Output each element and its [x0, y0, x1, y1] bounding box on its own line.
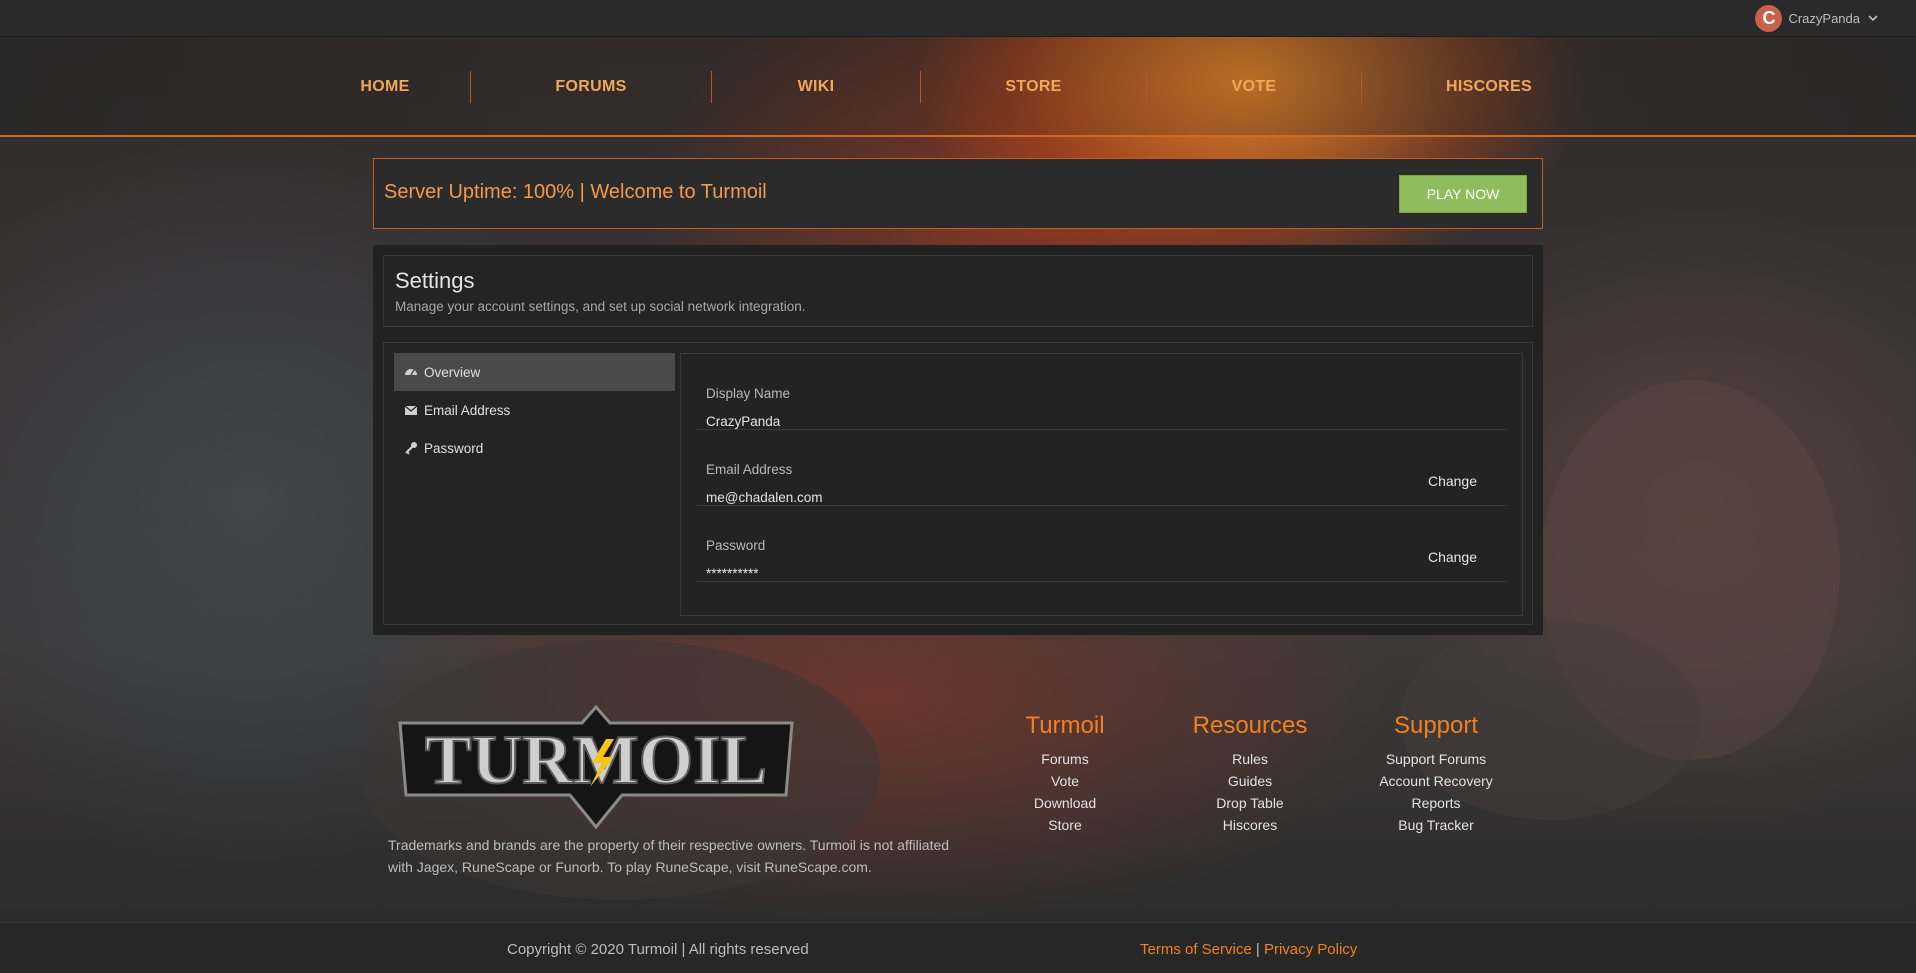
envelope-icon	[404, 405, 418, 415]
nav-vote[interactable]: VOTE	[1147, 78, 1361, 96]
footer-column-support: Support Support Forums Account Recovery …	[1365, 712, 1507, 836]
change-password-button[interactable]: Change	[1428, 549, 1477, 565]
password-row: Password ********** Change	[697, 506, 1507, 582]
legal-links: Terms of Service | Privacy Policy	[1140, 941, 1357, 958]
top-bar: C CrazyPanda	[0, 0, 1916, 37]
change-email-button[interactable]: Change	[1428, 473, 1477, 489]
footer-column-resources: Resources Rules Guides Drop Table Hiscor…	[1190, 712, 1310, 836]
dashboard-icon	[405, 369, 417, 376]
footer-link-reports[interactable]: Reports	[1365, 792, 1507, 814]
nav-home[interactable]: HOME	[300, 78, 470, 96]
email-row: Email Address me@chadalen.com Change	[697, 430, 1507, 506]
nav-forums[interactable]: FORUMS	[471, 78, 711, 96]
bottom-bar: Copyright © 2020 Turmoil | All rights re…	[0, 922, 1916, 973]
footer-link-bug-tracker[interactable]: Bug Tracker	[1365, 814, 1507, 836]
user-menu[interactable]: C CrazyPanda	[1755, 4, 1878, 32]
password-label: Password	[706, 538, 766, 553]
footer-column-title: Support	[1393, 712, 1479, 739]
footer-link-support-forums[interactable]: Support Forums	[1365, 748, 1507, 770]
email-label: Email Address	[706, 462, 793, 477]
email-value: me@chadalen.com	[706, 490, 823, 505]
sidebar-item-overview[interactable]: Overview	[394, 353, 675, 391]
page-subtitle: Manage your account settings, and set up…	[395, 299, 806, 314]
avatar[interactable]: C	[1755, 4, 1783, 32]
password-value: **********	[706, 566, 759, 581]
page-root: C CrazyPanda HOME FORUMS WIKI STORE VOTE…	[0, 0, 1916, 973]
sidebar-item-label: Overview	[424, 364, 481, 380]
server-banner: Server Uptime: 100% | Welcome to Turmoil…	[373, 158, 1543, 229]
footer-column-turmoil: Turmoil Forums Vote Download Store	[1020, 712, 1110, 836]
play-now-button[interactable]: PLAY NOW	[1399, 175, 1527, 213]
footer-link-rules[interactable]: Rules	[1190, 748, 1310, 770]
user-name[interactable]: CrazyPanda	[1788, 11, 1860, 26]
footer-link-drop-table[interactable]: Drop Table	[1190, 792, 1310, 814]
footer-link-vote[interactable]: Vote	[1020, 770, 1110, 792]
copyright-text: Copyright © 2020 Turmoil | All rights re…	[507, 941, 809, 958]
footer-link-download[interactable]: Download	[1020, 792, 1110, 814]
display-name-label: Display Name	[706, 386, 791, 401]
legal-separator: |	[1255, 941, 1260, 958]
sidebar-item-label: Password	[424, 440, 484, 456]
key-icon	[405, 442, 417, 455]
footer-column-title: Turmoil	[1025, 712, 1105, 739]
footer-column-title: Resources	[1192, 712, 1308, 739]
sidebar-item-email[interactable]: Email Address	[394, 391, 675, 429]
nav-store[interactable]: STORE	[921, 78, 1146, 96]
settings-sidebar: Overview Email Address Password	[394, 353, 675, 467]
footer-link-hiscores[interactable]: Hiscores	[1190, 814, 1310, 836]
nav-hiscores[interactable]: HISCORES	[1362, 78, 1616, 96]
main-nav: HOME FORUMS WIKI STORE VOTE HISCORES	[0, 37, 1916, 137]
sidebar-item-label: Email Address	[424, 402, 511, 418]
turmoil-logo[interactable]: TURMOIL	[392, 705, 800, 830]
footer-link-guides[interactable]: Guides	[1190, 770, 1310, 792]
server-uptime-text: Server Uptime: 100% | Welcome to Turmoil	[384, 181, 767, 203]
chevron-down-icon[interactable]	[1868, 13, 1878, 23]
footer-disclaimer: Trademarks and brands are the property o…	[388, 837, 950, 875]
footer-link-forums[interactable]: Forums	[1020, 748, 1110, 770]
display-name-value: CrazyPanda	[706, 414, 781, 429]
nav-list: HOME FORUMS WIKI STORE VOTE HISCORES	[300, 37, 1620, 137]
terms-of-service-link[interactable]: Terms of Service	[1140, 941, 1252, 958]
sidebar-item-password[interactable]: Password	[394, 429, 675, 467]
display-name-row: Display Name CrazyPanda	[697, 354, 1507, 430]
privacy-policy-link[interactable]: Privacy Policy	[1264, 941, 1357, 958]
settings-content: Display Name CrazyPanda Email Address me…	[680, 353, 1523, 616]
footer-link-account-recovery[interactable]: Account Recovery	[1365, 770, 1507, 792]
settings-body: Overview Email Address Password Display …	[383, 342, 1533, 625]
settings-header: Settings Manage your account settings, a…	[383, 255, 1533, 327]
settings-panel: Settings Manage your account settings, a…	[373, 245, 1543, 635]
nav-wiki[interactable]: WIKI	[712, 78, 920, 96]
page-title: Settings	[395, 268, 475, 293]
footer-link-store[interactable]: Store	[1020, 814, 1110, 836]
